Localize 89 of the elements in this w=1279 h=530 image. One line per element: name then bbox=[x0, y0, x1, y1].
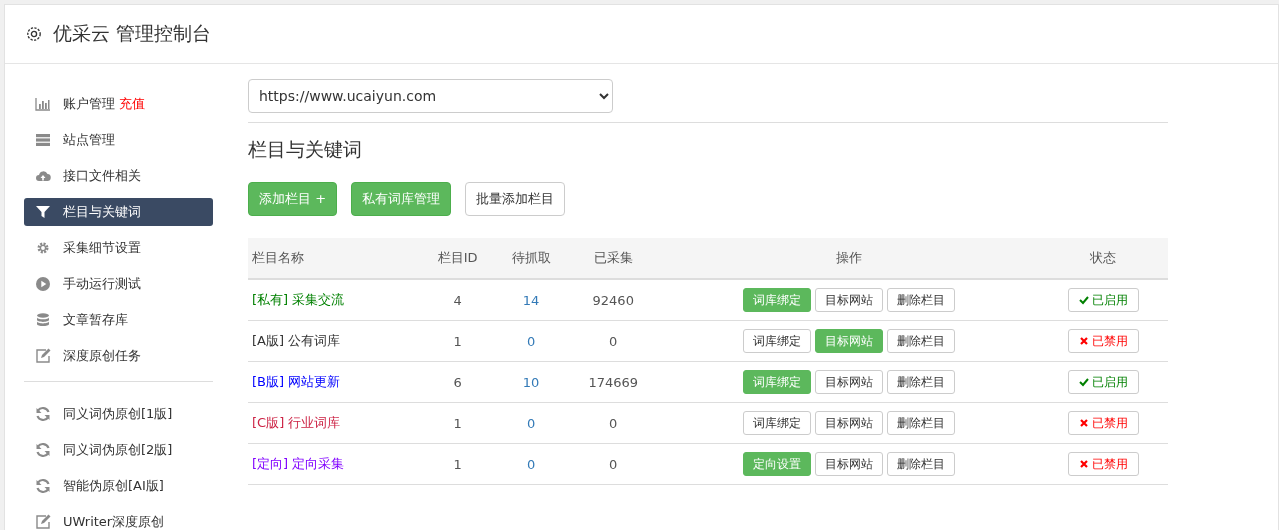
section-title: 栏目与关键词 bbox=[248, 137, 363, 162]
operation-button[interactable]: 删除栏目 bbox=[886, 329, 955, 353]
sidebar-label: 文章暂存库 bbox=[63, 311, 128, 329]
edit-icon bbox=[35, 514, 51, 530]
category-name: [C版] 行业词库 bbox=[252, 415, 341, 430]
table-cell: 1 bbox=[453, 456, 462, 472]
sidebar-label: 栏目与关键词 bbox=[63, 203, 141, 221]
column-header: 待抓取 bbox=[494, 238, 568, 279]
status-button[interactable]: 已禁用 bbox=[1067, 411, 1139, 435]
operation-button[interactable]: 目标网站 bbox=[814, 411, 883, 435]
operation-button[interactable]: 删除栏目 bbox=[886, 288, 955, 312]
table-cell: 0 bbox=[609, 456, 618, 472]
status-button[interactable]: 已启用 bbox=[1067, 288, 1139, 312]
site-select[interactable]: https://www.ucaiyun.com bbox=[248, 79, 613, 113]
recharge-link[interactable]: 充值 bbox=[119, 95, 145, 113]
refresh-icon bbox=[35, 478, 51, 494]
refresh-icon bbox=[35, 442, 51, 458]
settings-icon bbox=[35, 240, 51, 256]
table-cell: 92460 bbox=[592, 292, 634, 308]
operation-button[interactable]: 目标网站 bbox=[814, 288, 883, 312]
column-header: 操作 bbox=[659, 238, 1039, 279]
table-cell: 4 bbox=[453, 292, 462, 308]
column-header: 已采集 bbox=[567, 238, 659, 279]
sidebar-item[interactable]: 同义词伪原创[2版] bbox=[24, 436, 213, 464]
table-cell: 14 bbox=[522, 292, 540, 308]
sidebar-item[interactable]: 采集细节设置 bbox=[24, 234, 213, 262]
operation-button[interactable]: 删除栏目 bbox=[886, 370, 955, 394]
sidebar-label: 站点管理 bbox=[63, 131, 115, 149]
sidebar-label: 深度原创任务 bbox=[63, 347, 141, 365]
sidebar-item[interactable]: 栏目与关键词 bbox=[24, 198, 213, 226]
sidebar-label: 同义词伪原创[1版] bbox=[63, 405, 173, 423]
cross-icon bbox=[1078, 418, 1089, 428]
table-cell: 1 bbox=[453, 415, 462, 431]
column-header: 栏目ID bbox=[420, 238, 495, 279]
server-icon bbox=[35, 132, 51, 148]
status-button[interactable]: 已启用 bbox=[1067, 370, 1139, 394]
table-cell: 0 bbox=[609, 333, 618, 349]
sidebar-label: 接口文件相关 bbox=[63, 167, 141, 185]
database-icon bbox=[35, 312, 51, 328]
bar-chart-icon bbox=[35, 96, 51, 112]
refresh-icon bbox=[35, 406, 51, 422]
sidebar-item[interactable]: 接口文件相关 bbox=[24, 162, 213, 190]
table-cell: 0 bbox=[526, 333, 536, 349]
filter-icon bbox=[35, 204, 51, 220]
category-name: [定向] 定向采集 bbox=[252, 456, 345, 471]
operation-button[interactable]: 目标网站 bbox=[814, 370, 883, 394]
sidebar-label: 同义词伪原创[2版] bbox=[63, 441, 173, 459]
check-icon bbox=[1078, 377, 1089, 387]
column-header: 状态 bbox=[1038, 238, 1168, 279]
sidebar-label: UWriter深度原创 bbox=[63, 513, 165, 530]
table-cell: 10 bbox=[522, 374, 540, 390]
operation-button[interactable]: 词库绑定 bbox=[742, 329, 811, 353]
sidebar-item[interactable]: 文章暂存库 bbox=[24, 306, 213, 334]
status-button[interactable]: 已禁用 bbox=[1067, 329, 1139, 353]
sidebar-item[interactable]: 站点管理 bbox=[24, 126, 213, 154]
category-name: [B版] 网站更新 bbox=[252, 374, 341, 389]
table-cell: 0 bbox=[609, 415, 618, 431]
cross-icon bbox=[1078, 459, 1089, 469]
category-name: [私有] 采集交流 bbox=[252, 292, 345, 307]
app-title: 优采云 管理控制台 bbox=[53, 21, 212, 46]
cross-icon bbox=[1078, 336, 1089, 346]
sidebar-item[interactable]: 智能伪原创[AI版] bbox=[24, 472, 213, 500]
cloud-upload-icon bbox=[35, 168, 51, 184]
table-cell: 1 bbox=[453, 333, 462, 349]
table-cell: 174669 bbox=[588, 374, 639, 390]
status-button[interactable]: 已禁用 bbox=[1067, 452, 1139, 476]
edit-icon bbox=[35, 348, 51, 364]
sidebar-item[interactable]: 同义词伪原创[1版] bbox=[24, 400, 213, 428]
sidebar-item[interactable]: UWriter深度原创 bbox=[24, 508, 213, 530]
action-button[interactable]: 批量添加栏目 bbox=[465, 182, 566, 216]
settings-icon bbox=[25, 25, 43, 43]
operation-button[interactable]: 删除栏目 bbox=[886, 411, 955, 435]
check-icon bbox=[1078, 295, 1089, 305]
play-icon bbox=[35, 276, 51, 292]
sidebar-label: 手动运行测试 bbox=[63, 275, 141, 293]
table-cell: 0 bbox=[526, 456, 536, 472]
table-cell: 0 bbox=[526, 415, 536, 431]
operation-button[interactable]: 目标网站 bbox=[814, 452, 883, 476]
category-name: [A版] 公有词库 bbox=[252, 333, 341, 348]
operation-button[interactable]: 删除栏目 bbox=[886, 452, 955, 476]
sidebar-item[interactable]: 深度原创任务 bbox=[24, 342, 213, 370]
sidebar-label: 采集细节设置 bbox=[63, 239, 141, 257]
sidebar-item[interactable]: 账户管理 充值 bbox=[24, 90, 213, 118]
sidebar-item[interactable]: 手动运行测试 bbox=[24, 270, 213, 298]
sidebar-label: 智能伪原创[AI版] bbox=[63, 477, 164, 495]
column-header: 栏目名称 bbox=[248, 238, 421, 279]
operation-button[interactable]: 词库绑定 bbox=[742, 411, 811, 435]
table-cell: 6 bbox=[453, 374, 462, 390]
sidebar-label: 账户管理 bbox=[63, 95, 115, 113]
